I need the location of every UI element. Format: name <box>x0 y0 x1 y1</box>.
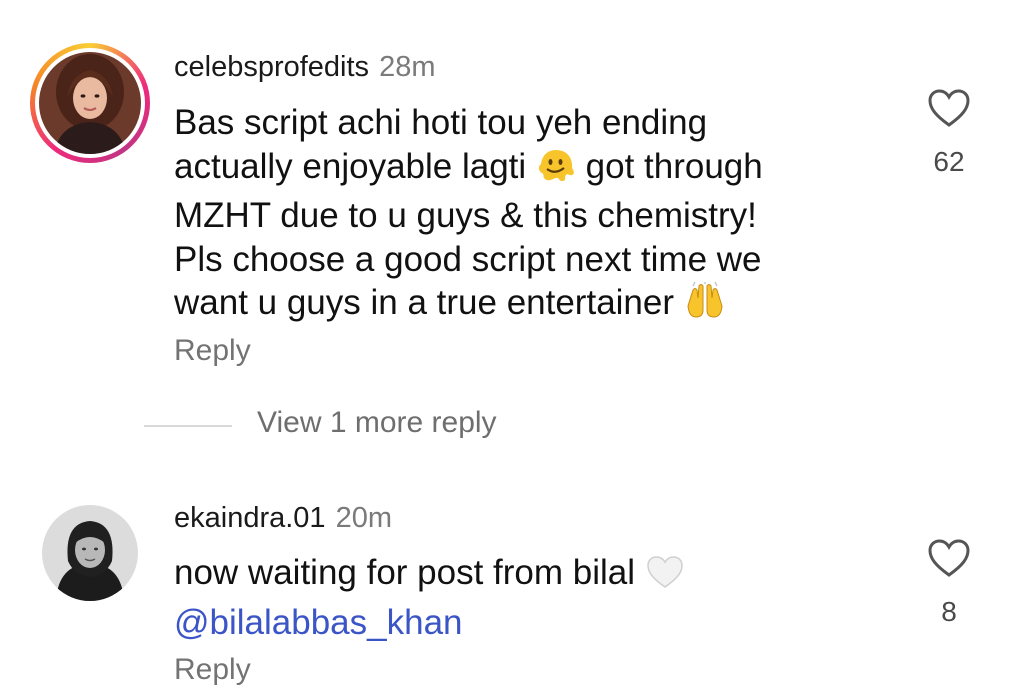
view-more-replies-button[interactable]: View 1 more reply <box>257 406 497 440</box>
like-count: 8 <box>941 596 957 627</box>
comment-header: ekaindra.01 20m <box>174 502 392 535</box>
like-button[interactable] <box>924 88 974 128</box>
avatar[interactable] <box>42 505 138 601</box>
comment-text: Bas script achi hoti tou yeh ending actu… <box>174 101 874 331</box>
heart-icon <box>924 88 974 128</box>
story-ring[interactable] <box>30 43 150 163</box>
heart-icon <box>924 538 974 578</box>
username[interactable]: celebsprofedits <box>174 51 369 83</box>
replies-divider <box>144 425 232 427</box>
avatar[interactable] <box>39 52 141 154</box>
comment-item: celebsprofedits 28m Bas script achi hoti … <box>0 0 1024 380</box>
timestamp: 20m <box>335 502 392 534</box>
mention-link[interactable]: @bilalabbas_khan <box>174 601 874 645</box>
white-heart-icon <box>645 554 685 601</box>
melting-face-icon <box>536 146 576 195</box>
reply-button[interactable]: Reply <box>174 334 251 368</box>
like-count: 62 <box>933 146 965 177</box>
comment-header: celebsprofedits 28m <box>174 51 435 84</box>
comment-text: now waiting for post from bilal @bilalab… <box>174 551 874 644</box>
raising-hands-icon <box>684 281 726 331</box>
reply-button[interactable]: Reply <box>174 653 251 687</box>
timestamp: 28m <box>379 51 436 83</box>
comment-item: ekaindra.01 20m now waiting for post from… <box>0 490 1024 696</box>
username[interactable]: ekaindra.01 <box>174 502 326 534</box>
like-button[interactable] <box>924 538 974 578</box>
